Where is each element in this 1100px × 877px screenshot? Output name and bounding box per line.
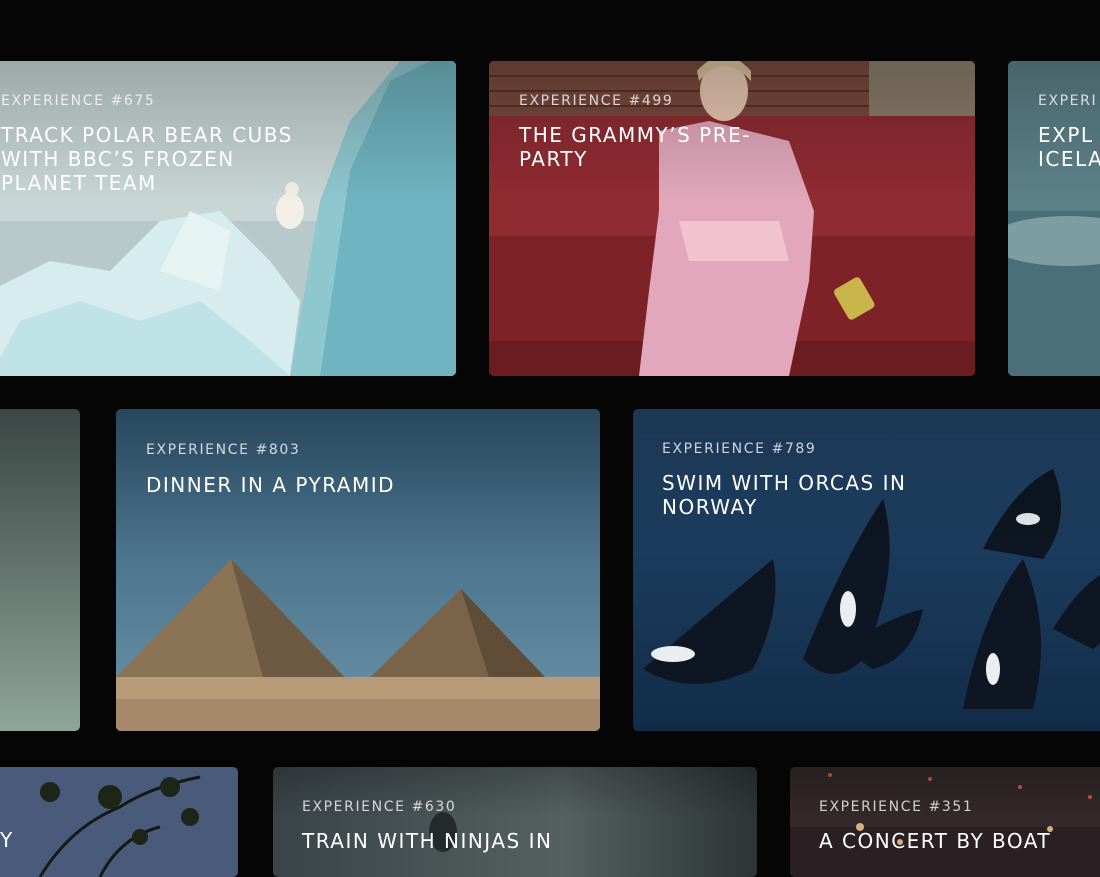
experience-title: Y <box>0 828 14 852</box>
experience-number: EXPERIENCE #803 <box>146 442 301 458</box>
experience-card-789[interactable]: EXPERIENCE #789 SWIM WITH ORCAS IN NORWA… <box>633 409 1100 731</box>
experience-title: THE GRAMMY’S PRE-PARTY <box>519 123 751 171</box>
experience-title: A CONCERT BY BOAT <box>819 829 1052 853</box>
experience-title: EXPL ICELA <box>1038 123 1100 171</box>
experience-card-351[interactable]: EXPERIENCE #351 A CONCERT BY BOAT <box>790 767 1100 877</box>
experience-card-630[interactable]: EXPERIENCE #630 TRAIN WITH NINJAS IN <box>273 767 757 877</box>
experience-title: TRACK POLAR BEAR CUBS WITH BBC’S FROZEN … <box>1 123 293 195</box>
foggy-image <box>0 409 80 731</box>
experience-card-675[interactable]: EXPERIENCE #675 TRACK POLAR BEAR CUBS WI… <box>0 61 456 376</box>
experience-number: EXPERIENCE #675 <box>1 93 156 109</box>
experience-number: EXPERIENCE #499 <box>519 93 674 109</box>
orcas-image <box>633 409 1100 731</box>
experience-card-left-partial[interactable] <box>0 409 80 731</box>
experience-card-803[interactable]: EXPERIENCE #803 DINNER IN A PYRAMID <box>116 409 600 731</box>
ninjas-image <box>273 767 757 877</box>
experience-title: SWIM WITH ORCAS IN NORWAY <box>662 471 907 519</box>
experience-card-partial[interactable]: EXPERI EXPL ICELA <box>1008 61 1100 376</box>
experience-number: EXPERIENCE #789 <box>662 441 817 457</box>
experience-title: TRAIN WITH NINJAS IN <box>302 829 553 853</box>
experience-number: EXPERI <box>1038 93 1098 109</box>
experience-title: DINNER IN A PYRAMID <box>146 473 396 497</box>
experience-card-499[interactable]: EXPERIENCE #499 THE GRAMMY’S PRE-PARTY <box>489 61 975 376</box>
concert-boat-image <box>790 767 1100 877</box>
experience-number: EXPERIENCE #351 <box>819 799 974 815</box>
tree-image <box>0 767 238 877</box>
experience-card-bottom-left-partial[interactable]: Y <box>0 767 238 877</box>
experience-number: EXPERIENCE #630 <box>302 799 457 815</box>
